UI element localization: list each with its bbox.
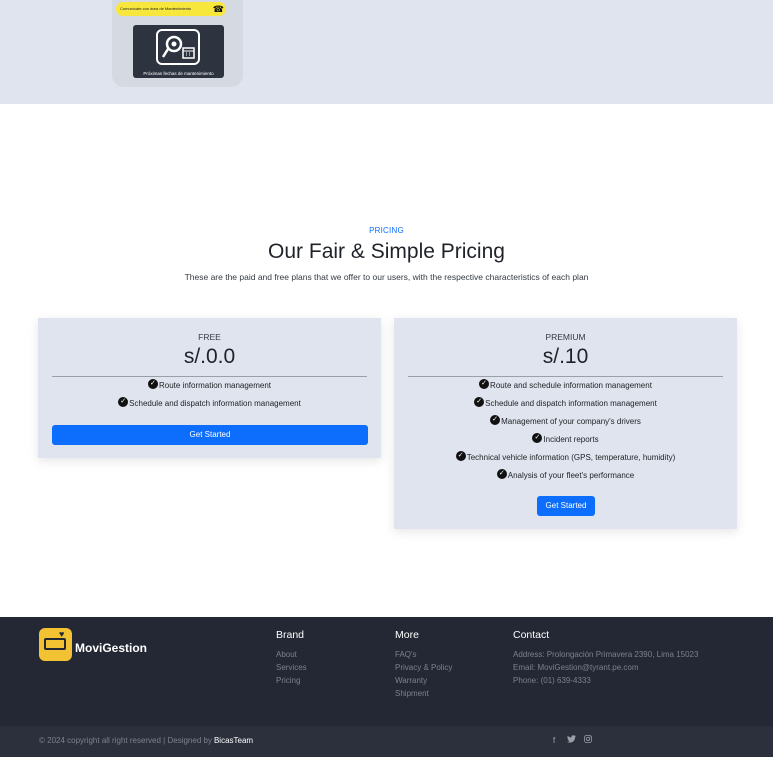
- truck-heart-logo-icon[interactable]: ♥: [39, 628, 72, 661]
- maintenance-contact-banner: Comunícate con área de Mantenimiento ☎: [116, 2, 226, 16]
- plan-card-premium: PREMIUM s/.10 ✓ Route and schedule inform…: [394, 318, 737, 529]
- plan-price: s/.10: [542, 345, 589, 368]
- feature-text: Technical vehicle information (GPS, temp…: [466, 453, 676, 462]
- spacer-band: [0, 574, 773, 617]
- column-title: More: [395, 629, 419, 641]
- divider: [408, 376, 723, 377]
- footer-link-faqs[interactable]: FAQ's: [395, 648, 452, 661]
- feature-item: ✓ Route and schedule information manageme…: [394, 379, 737, 397]
- feature-text: Route information management: [158, 381, 272, 390]
- contact-address: Address: Prolongación Primavera 2390, Li…: [513, 650, 699, 659]
- maintenance-dates-tile: Próximas fechas de mantenimiento: [133, 25, 224, 78]
- feature-item: ✓ Technical vehicle information (GPS, tem…: [394, 451, 737, 469]
- banner-text: Comunícate con área de Mantenimiento: [120, 6, 192, 11]
- column-title: Brand: [276, 629, 305, 641]
- footer-link-privacy[interactable]: Privacy & Policy: [395, 661, 452, 674]
- feature-text: Schedule and dispatch information manage…: [129, 399, 301, 408]
- plan-name: FREE: [198, 332, 221, 342]
- section-subtitle: These are the paid and free plans that w…: [184, 272, 589, 282]
- check-circle-icon: ✓: [474, 397, 485, 407]
- footer-column-brand: Brand About Services Pricing: [276, 629, 307, 687]
- check-circle-icon: ✓: [532, 433, 543, 443]
- footer-bottom-bar: © 2024 copyright all right reserved | De…: [0, 726, 773, 757]
- footer-link-about[interactable]: About: [276, 648, 307, 661]
- check-circle-icon: ✓: [455, 451, 466, 461]
- feature-item: ✓ Schedule and dispatch information manag…: [38, 397, 381, 415]
- feature-item: ✓ Analysis of your fleet's performance: [394, 469, 737, 487]
- feature-item: ✓ Management of your company's drivers: [394, 415, 737, 433]
- app-preview-card: Comunícate con área de Mantenimiento ☎ P…: [112, 0, 243, 87]
- divider: [52, 376, 367, 377]
- hero-strip: Comunícate con área de Mantenimiento ☎ P…: [0, 0, 773, 104]
- get-started-button-free[interactable]: Get Started: [52, 425, 368, 445]
- steam-wrench-calendar-icon: [156, 29, 200, 65]
- contact-phone: Phone: (01) 639-4333: [513, 676, 591, 685]
- plan-price: s/.0.0: [183, 345, 236, 368]
- social-links: f: [549, 735, 593, 745]
- footer-column-contact: Contact Address: Prolongación Primavera …: [513, 629, 698, 687]
- feature-list: ✓ Route information management ✓ Schedule …: [38, 379, 381, 415]
- plan-card-free: FREE s/.0.0 ✓ Route information managemen…: [38, 318, 381, 458]
- feature-item: ✓ Schedule and dispatch information manag…: [394, 397, 737, 415]
- feature-text: Route and schedule information managemen…: [490, 381, 652, 390]
- check-circle-icon: ✓: [496, 469, 507, 479]
- section-title: Our Fair & Simple Pricing: [268, 240, 505, 263]
- instagram-icon[interactable]: [583, 735, 593, 745]
- column-title: Contact: [513, 629, 550, 641]
- plan-name: PREMIUM: [545, 332, 586, 342]
- copyright-label: © 2024 copyright all right reserved | De…: [39, 736, 212, 745]
- phone-icon: ☎: [212, 4, 224, 14]
- site-footer: ♥ MoviGestion Brand About Services Prici…: [0, 617, 773, 757]
- feature-text: Management of your company's drivers: [501, 417, 641, 426]
- facebook-icon[interactable]: f: [549, 735, 559, 745]
- feature-item: ✓ Route information management: [38, 379, 381, 397]
- contact-email: Email: MoviGestion@tyrant.pe.com: [513, 663, 639, 672]
- section-label: PRICING: [369, 226, 404, 235]
- designer-link[interactable]: BicasTeam: [214, 736, 253, 745]
- feature-list: ✓ Route and schedule information manageme…: [394, 379, 737, 487]
- check-circle-icon: ✓: [147, 379, 158, 389]
- check-circle-icon: ✓: [490, 415, 501, 425]
- feature-text: Schedule and dispatch information manage…: [485, 399, 657, 408]
- check-circle-icon: ✓: [479, 379, 490, 389]
- footer-link-services[interactable]: Services: [276, 661, 307, 674]
- tile-caption: Próximas fechas de mantenimiento: [143, 71, 214, 76]
- footer-column-more: More FAQ's Privacy & Policy Warranty Shi…: [395, 629, 452, 700]
- truck-icon: [44, 638, 66, 650]
- check-circle-icon: ✓: [118, 397, 129, 407]
- feature-text: Incident reports: [543, 435, 599, 444]
- twitter-icon[interactable]: [566, 735, 576, 745]
- footer-link-shipment[interactable]: Shipment: [395, 687, 452, 700]
- footer-link-pricing[interactable]: Pricing: [276, 674, 307, 687]
- brand-name[interactable]: MoviGestion: [75, 641, 147, 655]
- get-started-button-premium[interactable]: Get Started: [537, 496, 595, 516]
- feature-item: ✓ Incident reports: [394, 433, 737, 451]
- copyright-text: © 2024 copyright all right reserved | De…: [39, 736, 253, 745]
- feature-text: Analysis of your fleet's performance: [507, 471, 635, 480]
- footer-link-warranty[interactable]: Warranty: [395, 674, 452, 687]
